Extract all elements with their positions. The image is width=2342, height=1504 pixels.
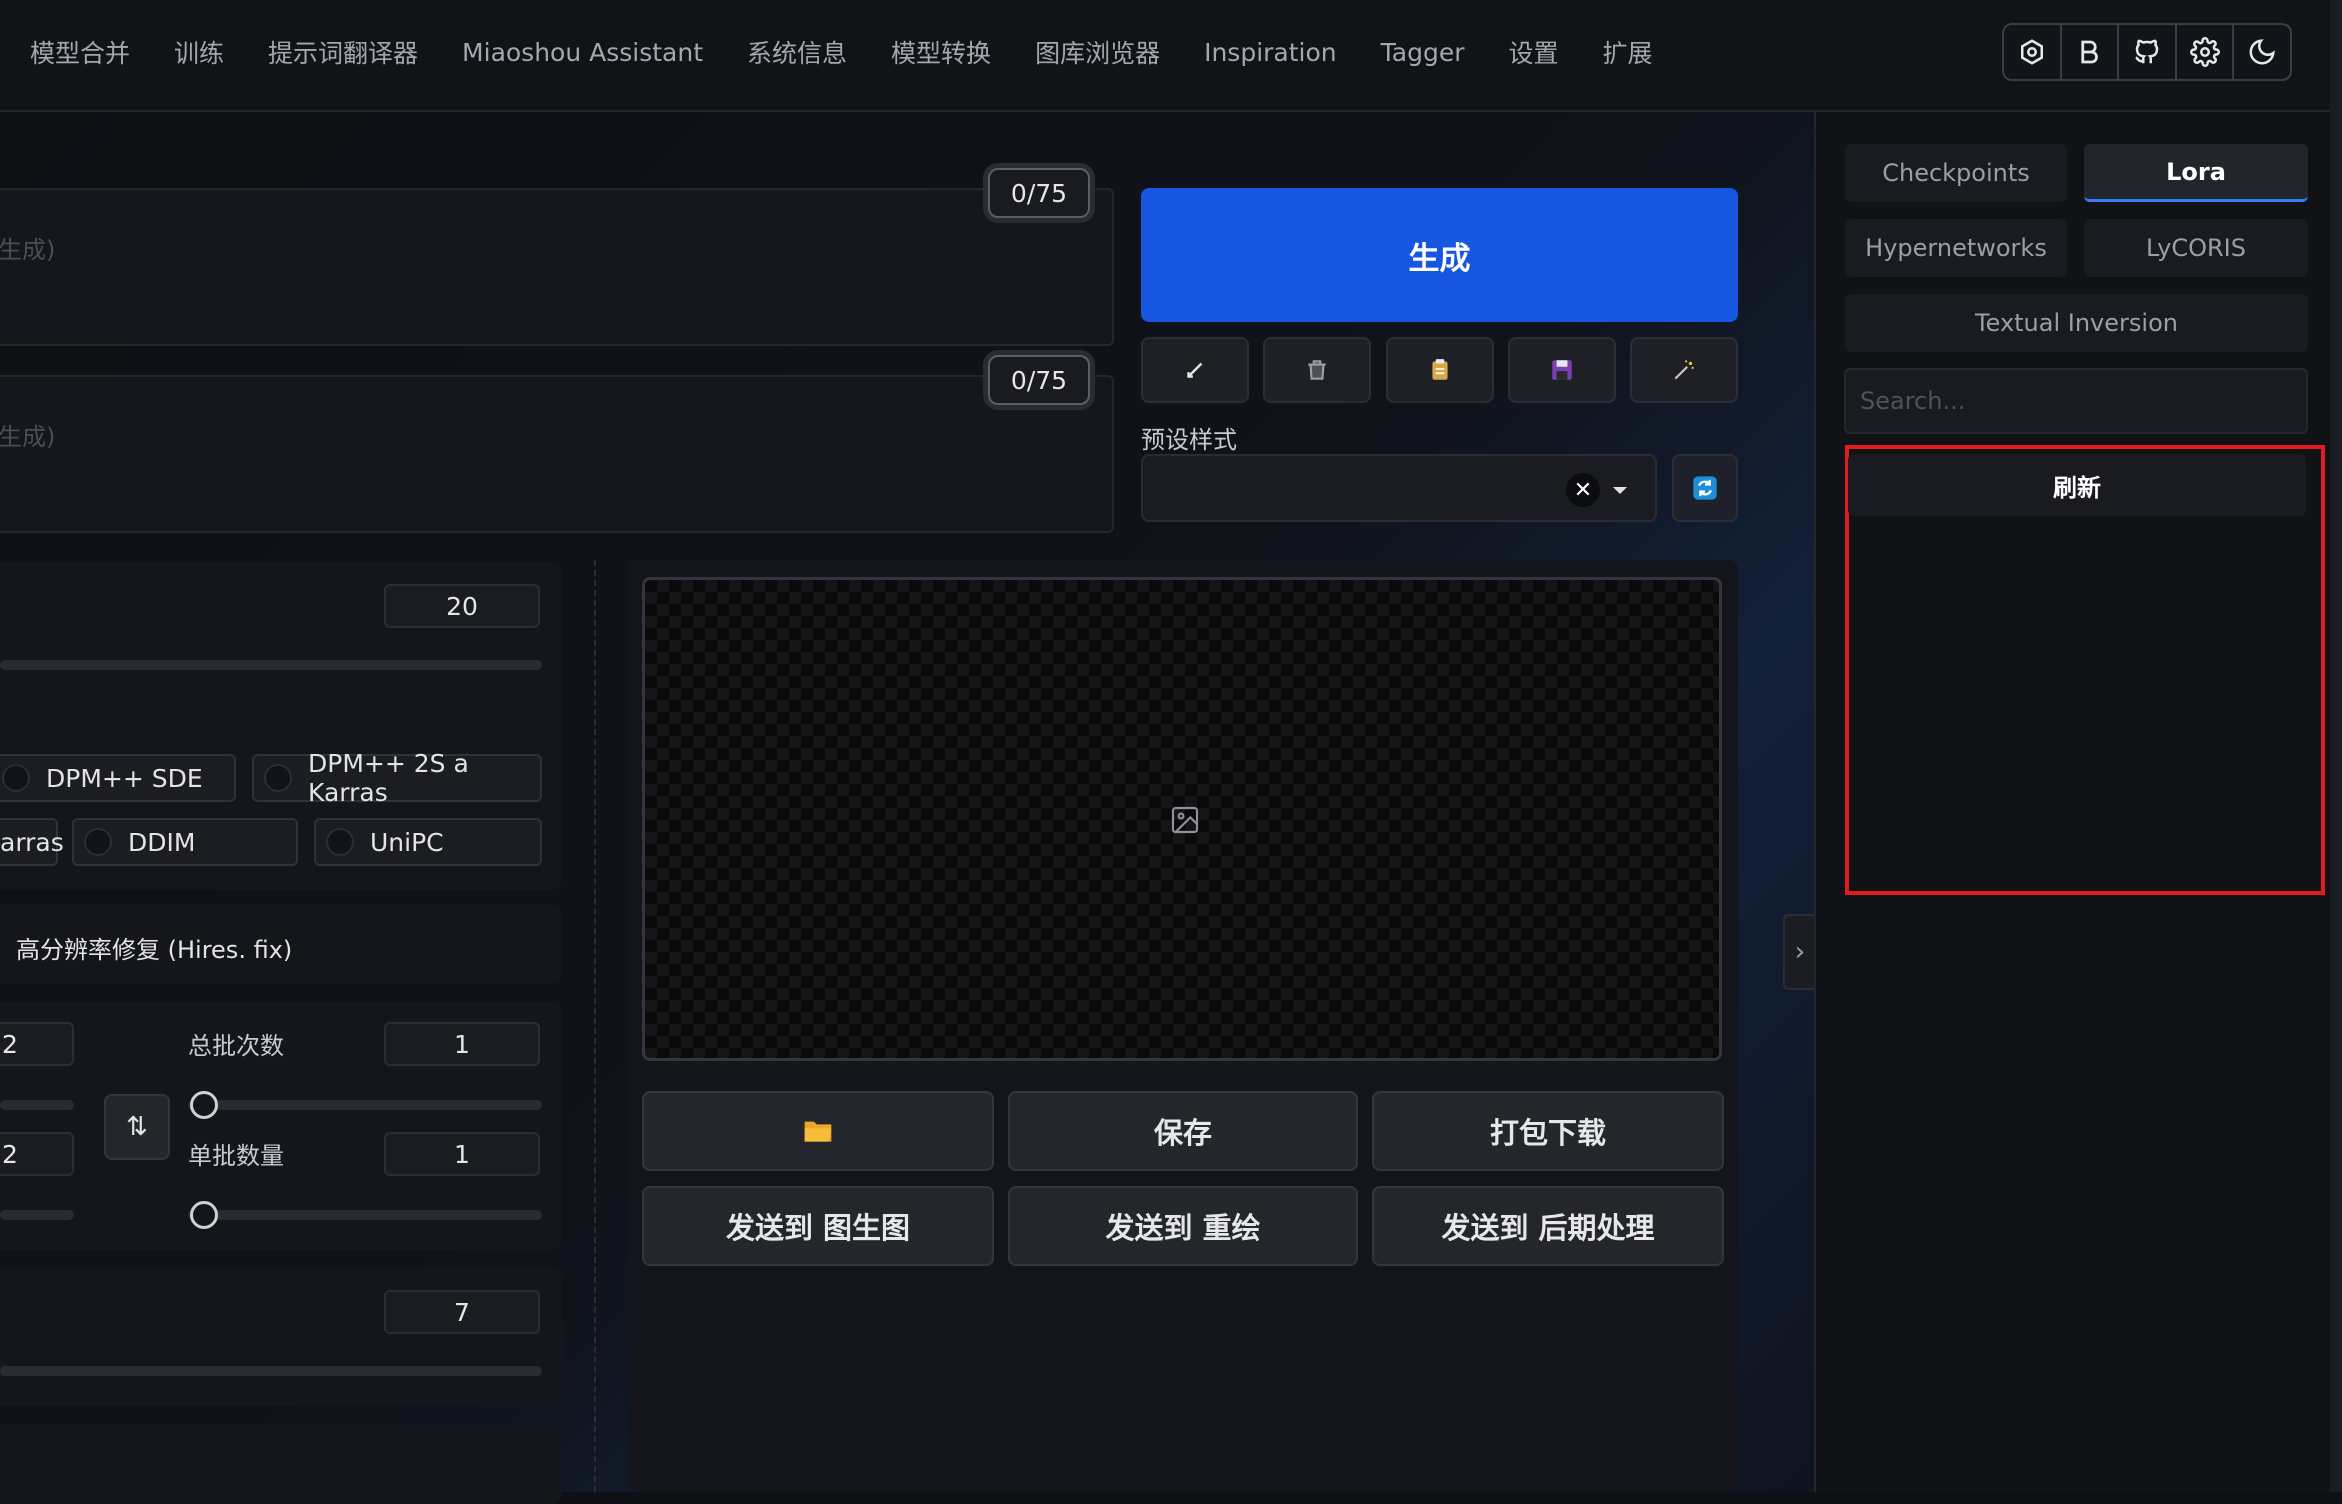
tab-lycoris[interactable]: LyCORIS bbox=[2084, 219, 2308, 277]
sampler-label: DPM++ 2S a Karras bbox=[308, 749, 469, 807]
column-divider bbox=[594, 560, 596, 1492]
hires-fix-card[interactable]: 高分辨率修复 (Hires. fix) bbox=[0, 904, 562, 984]
positive-prompt-textarea[interactable]: 生成) bbox=[0, 188, 1114, 346]
refresh-button[interactable]: 刷新 bbox=[1848, 454, 2306, 516]
save-button[interactable]: 保存 bbox=[1008, 1091, 1358, 1171]
swap-dimensions-button[interactable]: ⇅ bbox=[104, 1094, 170, 1160]
sampler-option[interactable]: arras bbox=[0, 818, 64, 866]
sampler-label: UniPC bbox=[370, 827, 444, 857]
settings-card bbox=[0, 1424, 562, 1504]
chevron-down-icon[interactable] bbox=[1613, 487, 1627, 494]
batch-count-input[interactable]: 1 bbox=[384, 1022, 540, 1066]
tab-prompt-translator[interactable]: 提示词翻译器 bbox=[268, 34, 418, 70]
gear-icon[interactable] bbox=[2177, 25, 2235, 79]
send-to-img2img-button[interactable]: 发送到 图生图 bbox=[642, 1186, 994, 1266]
image-output-preview[interactable] bbox=[642, 577, 1722, 1061]
cfg-scale-slider[interactable] bbox=[0, 1366, 542, 1376]
zip-download-button[interactable]: 打包下载 bbox=[1372, 1091, 1724, 1171]
preset-style-dropdown[interactable]: ✕ bbox=[1141, 454, 1657, 522]
slider-handle[interactable] bbox=[190, 1201, 218, 1229]
moon-icon[interactable] bbox=[2234, 25, 2290, 79]
sampler-label: arras bbox=[0, 827, 64, 857]
tab-tagger[interactable]: Tagger bbox=[1381, 38, 1465, 67]
scrollbar[interactable] bbox=[2330, 0, 2342, 1492]
batch-count-label: 总批次数 bbox=[188, 1032, 284, 1060]
tab-model-merge[interactable]: 模型合并 bbox=[30, 34, 130, 70]
openai-icon[interactable] bbox=[2004, 25, 2062, 79]
tab-lora[interactable]: Lora bbox=[2084, 144, 2308, 202]
cfg-card bbox=[0, 1268, 562, 1406]
tab-inspiration[interactable]: Inspiration bbox=[1204, 38, 1337, 67]
width-slider[interactable] bbox=[0, 1100, 74, 1110]
tab-train[interactable]: 训练 bbox=[174, 34, 224, 70]
prompt-placeholder: 生成) bbox=[0, 423, 56, 451]
top-nav-bar: 模型合并 训练 提示词翻译器 Miaoshou Assistant 系统信息 模… bbox=[0, 0, 2342, 112]
sampler-label: DDIM bbox=[128, 827, 196, 857]
send-to-inpaint-button[interactable]: 发送到 重绘 bbox=[1008, 1186, 1358, 1266]
cfg-scale-input[interactable]: 7 bbox=[384, 1290, 540, 1334]
tab-gallery-browser[interactable]: 图库浏览器 bbox=[1035, 34, 1160, 70]
tab-extensions[interactable]: 扩展 bbox=[1603, 34, 1653, 70]
sampler-option[interactable]: DDIM bbox=[72, 818, 298, 866]
chevron-right-icon[interactable]: › bbox=[1783, 914, 1815, 990]
radio-circle bbox=[326, 828, 354, 856]
radio-circle bbox=[2, 764, 30, 792]
image-placeholder-icon bbox=[1171, 806, 1199, 834]
arrow-icon bbox=[1187, 362, 1203, 378]
negative-prompt-textarea[interactable]: 生成) bbox=[0, 375, 1114, 533]
save-style-button[interactable] bbox=[1508, 337, 1616, 403]
tab-settings[interactable]: 设置 bbox=[1508, 34, 1558, 70]
radio-circle bbox=[84, 828, 112, 856]
github-icon[interactable] bbox=[2119, 25, 2177, 79]
trash-button[interactable] bbox=[1263, 337, 1371, 403]
clipboard-button[interactable] bbox=[1386, 337, 1494, 403]
token-counter-positive: 0/75 bbox=[988, 168, 1090, 218]
refresh-icon bbox=[1693, 476, 1717, 500]
preset-style-label: 预设样式 bbox=[1141, 426, 1237, 454]
preset-refresh-button[interactable] bbox=[1672, 454, 1738, 522]
sampler-option[interactable]: DPM++ SDE bbox=[0, 754, 236, 802]
bold-b-icon[interactable] bbox=[2062, 25, 2120, 79]
batch-size-label: 单批数量 bbox=[188, 1142, 284, 1170]
folder-icon bbox=[804, 1121, 832, 1142]
token-counter-negative: 0/75 bbox=[988, 355, 1090, 405]
batch-count-slider[interactable] bbox=[188, 1100, 542, 1110]
search-input[interactable] bbox=[1844, 368, 2308, 434]
generate-button[interactable]: 生成 bbox=[1141, 188, 1738, 322]
clear-icon[interactable]: ✕ bbox=[1566, 473, 1600, 507]
radio-circle bbox=[264, 764, 292, 792]
trash-icon bbox=[1308, 360, 1326, 380]
batch-size-slider[interactable] bbox=[188, 1210, 542, 1220]
sampler-option[interactable]: DPM++ 2S a Karras bbox=[252, 749, 542, 807]
slider-handle[interactable] bbox=[190, 1091, 218, 1119]
prompt-placeholder: 生成) bbox=[0, 236, 56, 264]
tab-textual-inversion[interactable]: Textual Inversion bbox=[1845, 294, 2308, 352]
batch-size-input[interactable]: 1 bbox=[384, 1132, 540, 1176]
sampler-label: DPM++ SDE bbox=[46, 763, 203, 793]
steps-input[interactable]: 20 bbox=[384, 584, 540, 628]
steps-slider[interactable] bbox=[0, 660, 542, 670]
magic-wand-icon bbox=[1674, 360, 1694, 380]
magic-wand-button[interactable] bbox=[1630, 337, 1738, 403]
tab-hypernetworks[interactable]: Hypernetworks bbox=[1845, 219, 2067, 277]
save-icon bbox=[1552, 360, 1572, 380]
width-input[interactable]: 2 bbox=[0, 1022, 74, 1066]
tab-model-convert[interactable]: 模型转换 bbox=[891, 34, 991, 70]
header-icon-group bbox=[2002, 23, 2292, 81]
sampler-option[interactable]: UniPC bbox=[314, 818, 542, 866]
tab-system-info[interactable]: 系统信息 bbox=[747, 34, 847, 70]
tab-miaoshou-assistant[interactable]: Miaoshou Assistant bbox=[462, 38, 703, 67]
arrow-button[interactable] bbox=[1141, 337, 1249, 403]
tab-checkpoints[interactable]: Checkpoints bbox=[1845, 144, 2067, 202]
hires-fix-label: 高分辨率修复 (Hires. fix) bbox=[16, 936, 293, 964]
height-input[interactable]: 2 bbox=[0, 1132, 74, 1176]
open-folder-button[interactable] bbox=[642, 1091, 994, 1171]
clipboard-icon bbox=[1432, 359, 1448, 380]
height-slider[interactable] bbox=[0, 1210, 74, 1220]
send-to-extras-button[interactable]: 发送到 后期处理 bbox=[1372, 1186, 1724, 1266]
tab-nav: 模型合并 训练 提示词翻译器 Miaoshou Assistant 系统信息 模… bbox=[0, 0, 1667, 104]
